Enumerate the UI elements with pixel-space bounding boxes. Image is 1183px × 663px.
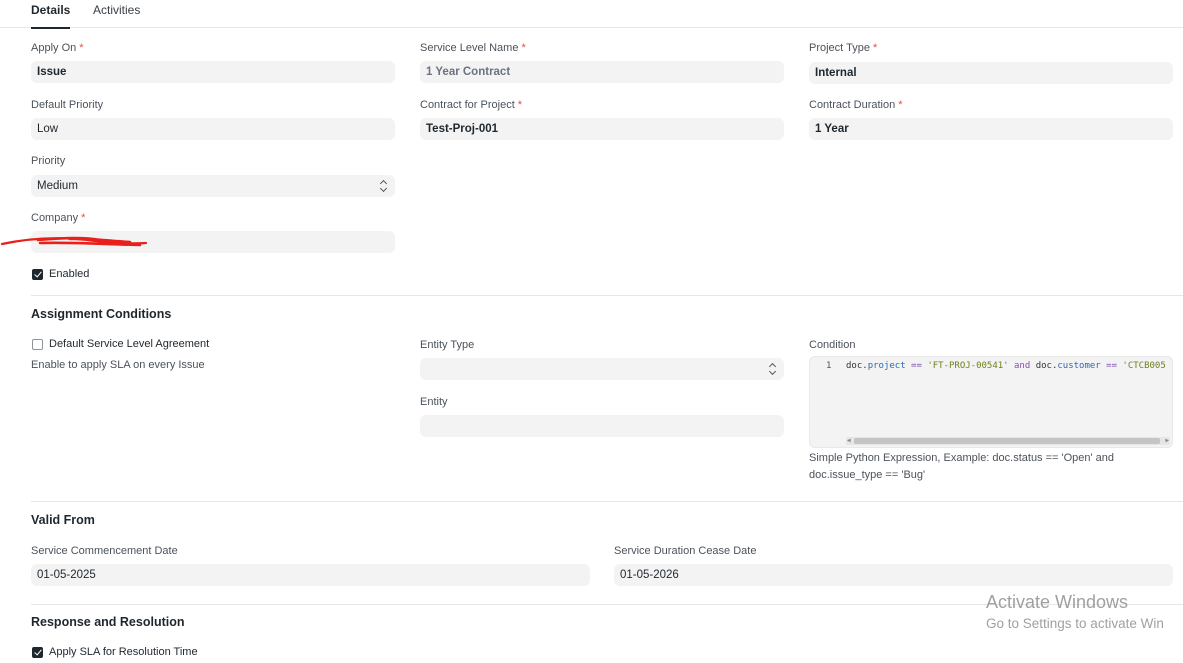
service-level-name-value: 1 Year Contract (426, 66, 511, 78)
commencement-date-value: 01-05-2025 (37, 569, 96, 581)
required-marker: * (81, 212, 86, 224)
checkbox-icon (32, 338, 43, 350)
commencement-date-field[interactable]: 01-05-2025 (31, 564, 590, 586)
apply-on-value: Issue (37, 66, 67, 78)
default-sla-label: Default Service Level Agreement (49, 338, 210, 350)
required-marker: * (517, 99, 523, 111)
project-type-value: Internal (815, 67, 857, 79)
section-divider (31, 295, 1183, 296)
activate-windows-watermark: Activate Windows (986, 592, 1129, 612)
default-priority-label: Default Priority (31, 99, 104, 111)
cease-date-label: Service Duration Cease Date (614, 545, 757, 557)
entity-type-select[interactable] (420, 358, 784, 380)
line-number: 1 (826, 361, 832, 371)
contract-for-project-field[interactable]: Test-Proj-001 (420, 118, 784, 140)
required-marker: * (79, 42, 84, 54)
condition-code-editor[interactable]: 1 doc.project == 'FT-PROJ-00541' and doc… (809, 356, 1173, 448)
tab-details[interactable]: Details (31, 3, 71, 29)
priority-value: Medium (37, 180, 78, 192)
contract-for-project-value: Test-Proj-001 (426, 123, 499, 135)
horizontal-scrollbar[interactable]: ◀ ▶ (846, 437, 1170, 445)
required-marker: * (898, 99, 903, 111)
entity-type-label: Entity Type (420, 339, 475, 351)
assignment-conditions-title: Assignment Conditions (31, 307, 172, 321)
updown-chevron-icon (768, 362, 778, 376)
contract-for-project-label: Contract for Project * (420, 99, 523, 111)
enabled-checkbox[interactable]: Enabled (32, 268, 89, 280)
default-priority-field[interactable]: Low (31, 118, 395, 140)
priority-select[interactable]: Medium (31, 175, 395, 197)
scroll-left-icon[interactable]: ◀ (847, 438, 851, 444)
code-line[interactable]: doc.project == 'FT-PROJ-00541' and doc.c… (846, 361, 1166, 371)
project-type-label: Project Type * (809, 42, 878, 54)
company-label: Company * (31, 212, 86, 224)
condition-help: Simple Python Expression, Example: doc.s… (809, 452, 1115, 481)
service-level-name-label: Service Level Name * (420, 42, 526, 54)
redaction-scribble (0, 236, 148, 247)
entity-field[interactable] (420, 415, 784, 437)
required-marker: * (872, 42, 878, 54)
tab-activities[interactable]: Activities (93, 3, 140, 17)
default-sla-checkbox[interactable]: Default Service Level Agreement (32, 338, 209, 350)
scrollbar-thumb[interactable] (854, 438, 1160, 444)
cease-date-value: 01-05-2026 (620, 569, 679, 581)
contract-duration-label: Contract Duration * (809, 99, 903, 111)
default-sla-description: Enable to apply SLA on every Issue (31, 359, 205, 371)
scroll-right-icon[interactable]: ▶ (1165, 438, 1169, 444)
project-type-field[interactable]: Internal (809, 62, 1173, 84)
commencement-date-label: Service Commencement Date (31, 545, 178, 557)
contract-duration-field[interactable]: 1 Year (809, 118, 1173, 140)
cease-date-field[interactable]: 01-05-2026 (614, 564, 1173, 586)
required-marker: * (521, 42, 526, 54)
enabled-label: Enabled (49, 268, 90, 280)
updown-chevron-icon (379, 179, 389, 193)
apply-sla-label: Apply SLA for Resolution Time (49, 646, 198, 658)
priority-label: Priority (31, 155, 66, 167)
entity-label: Entity (420, 396, 448, 408)
default-priority-value: Low (37, 123, 59, 135)
contract-duration-value: 1 Year (815, 123, 849, 135)
apply-on-field[interactable]: Issue (31, 61, 395, 83)
response-resolution-title: Response and Resolution (31, 615, 185, 629)
condition-label: Condition (809, 339, 856, 351)
apply-sla-checkbox[interactable]: Apply SLA for Resolution Time (32, 646, 198, 658)
checkmark-icon (32, 268, 43, 280)
activate-windows-subtext: Go to Settings to activate Win (986, 616, 1164, 631)
apply-on-label: Apply On * (31, 42, 84, 54)
section-divider (31, 501, 1183, 502)
valid-from-title: Valid From (31, 513, 95, 527)
tab-bar: Details Activities (0, 0, 1183, 29)
checkmark-icon (32, 646, 43, 658)
service-level-name-field[interactable]: 1 Year Contract (420, 61, 784, 83)
